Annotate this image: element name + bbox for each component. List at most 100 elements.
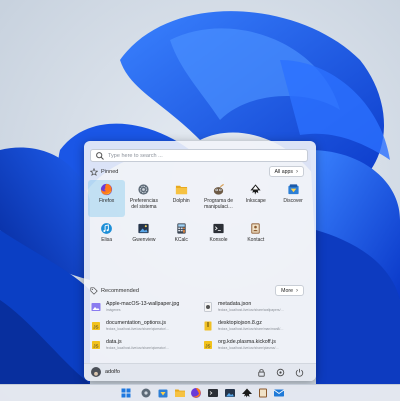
recommended-item[interactable]: desktopiojson.8.gz fedora_localhost-live… <box>200 318 312 337</box>
app-inkscape[interactable]: Inkscape <box>237 180 274 217</box>
search-icon <box>96 151 104 160</box>
more-button[interactable]: More › <box>275 285 304 296</box>
recommended-item-title: org.kde.plasma.kickoff.js <box>218 339 276 345</box>
system-settings-icon[interactable] <box>140 387 152 399</box>
search-input[interactable] <box>105 150 298 161</box>
elisa-icon <box>101 223 113 234</box>
app-label: Dolphin <box>172 198 190 204</box>
recommended-item-title: desktopiojson.8.gz <box>218 320 262 326</box>
recommended-item-title: documentation_options.js <box>106 320 167 326</box>
svg-text:JS: JS <box>93 344 98 349</box>
kcalc-icon <box>177 223 186 234</box>
search-field[interactable] <box>90 149 308 162</box>
gwenview-icon[interactable] <box>224 387 236 399</box>
svg-text:JS: JS <box>205 344 210 349</box>
recommended-item[interactable]: metadata.json fedora_localhost-live/usr/… <box>200 299 312 318</box>
recommended-row: JS data.js fedora_localhost-live/usr/sha… <box>88 337 312 356</box>
pinned-row: Firefox Preferencias del sistema Dolphin <box>88 180 312 219</box>
app-label: Elisa <box>101 237 113 243</box>
recommended-row: Apple-macOS-13-wallpaper.jpg Imágenes me… <box>88 299 312 318</box>
gwenview-icon <box>138 223 150 234</box>
recommended-item-path: fedora_localhost-live/usr/share/qtcreato… <box>106 327 170 331</box>
user-name: adolfo <box>105 369 120 375</box>
app-label: Preferencias del sistema <box>129 198 158 210</box>
chevron-right-icon: › <box>296 287 298 294</box>
tag-icon <box>90 287 98 295</box>
recommended-item-title: Apple-macOS-13-wallpaper.jpg <box>106 301 180 307</box>
app-label: KCalc <box>174 237 188 243</box>
recommended-list: Apple-macOS-13-wallpaper.jpg Imágenes me… <box>88 299 312 356</box>
more-label: More <box>281 287 293 294</box>
inkscape-icon <box>250 184 261 195</box>
user-avatar-icon <box>94 371 98 376</box>
recommended-item-title: data.js <box>106 339 122 345</box>
js-file-icon: JS <box>92 322 100 330</box>
star-icon <box>90 168 98 176</box>
power-icon[interactable] <box>294 367 305 378</box>
app-label: Konsole <box>209 237 228 243</box>
recommended-item-path: fedora_localhost-live/usr/share/wallpape… <box>218 308 284 312</box>
app-elisa[interactable]: Elisa <box>88 219 125 256</box>
app-discover[interactable]: Discover <box>274 180 311 217</box>
recommended-item-path: fedora_localhost-live/usr/share/plasma/… <box>218 346 279 350</box>
image-file-icon <box>91 303 101 311</box>
recommended-item[interactable]: JS data.js fedora_localhost-live/usr/sha… <box>88 337 200 356</box>
recommended-item[interactable]: JS documentation_options.js fedora_local… <box>88 318 200 337</box>
leave-icon[interactable] <box>275 367 286 378</box>
mail-icon[interactable] <box>273 387 285 399</box>
app-label: Inkscape <box>245 198 266 204</box>
app-firefox[interactable]: Firefox <box>88 180 126 217</box>
launcher-footer: adolfo <box>84 363 316 381</box>
recommended-item-path: fedora_localhost-live/usr/share/man/man8… <box>218 327 284 331</box>
recommended-item[interactable]: Apple-macOS-13-wallpaper.jpg Imágenes <box>88 299 200 318</box>
recommended-item[interactable]: JS org.kde.plasma.kickoff.js fedora_loca… <box>200 337 312 356</box>
pinned-title: Pinned <box>101 169 119 175</box>
all-apps-label: All apps <box>274 168 293 175</box>
konsole-icon[interactable] <box>207 387 219 399</box>
app-kcalc[interactable]: KCalc <box>163 219 200 256</box>
app-label: Discover <box>283 198 303 204</box>
all-apps-button[interactable]: All apps › <box>268 166 304 177</box>
system-settings-icon <box>138 184 150 195</box>
pinned-row: Elisa Gwenview KCalc Konsole Kontact <box>88 219 312 258</box>
recommended-header: Recommended More › <box>90 285 310 297</box>
recommended-item-path: fedora_localhost-live/usr/share/qtcreato… <box>106 346 170 350</box>
application-launcher: Pinned All apps › Firefox <box>84 141 316 381</box>
pinned-apps-grid: Firefox Preferencias del sistema Dolphin <box>88 180 312 258</box>
app-label: Kontact <box>247 237 265 243</box>
inkscape-icon[interactable] <box>241 387 253 399</box>
app-label: Firefox <box>99 198 115 204</box>
lock-screen-icon[interactable] <box>256 367 267 378</box>
app-dolphin[interactable]: Dolphin <box>163 180 200 217</box>
recommended-item-path: Imágenes <box>106 308 121 312</box>
pinned-header: Pinned All apps › <box>90 166 310 178</box>
dolphin-folder-icon <box>175 185 187 195</box>
gimp-icon <box>213 183 224 195</box>
start-menu-icon[interactable] <box>120 387 132 399</box>
taskbar <box>0 384 400 401</box>
svg-text:JS: JS <box>93 325 98 330</box>
app-gwenview[interactable]: Gwenview <box>125 219 162 256</box>
discover-icon[interactable] <box>157 387 169 399</box>
js-file-icon: JS <box>204 341 212 349</box>
app-gimp[interactable]: Programa de manipulaci… <box>200 180 237 217</box>
konsole-icon <box>213 223 224 234</box>
kontact-icon <box>251 223 261 234</box>
recommended-item-title: metadata.json <box>218 301 252 307</box>
app-konsole[interactable]: Konsole <box>200 219 237 256</box>
dolphin-folder-icon[interactable] <box>174 387 186 399</box>
js-file-icon: JS <box>92 341 100 349</box>
firefox-icon[interactable] <box>190 387 202 399</box>
app-label: Programa de manipulaci… <box>204 198 233 210</box>
firefox-icon <box>101 183 113 196</box>
archive-file-icon <box>204 321 212 331</box>
json-file-icon <box>204 302 212 312</box>
avatar[interactable] <box>91 367 101 377</box>
chevron-right-icon: › <box>296 168 298 175</box>
kontact-icon[interactable] <box>257 387 269 399</box>
recommended-row: JS documentation_options.js fedora_local… <box>88 318 312 337</box>
discover-icon <box>288 184 299 195</box>
app-system-settings[interactable]: Preferencias del sistema <box>125 180 162 217</box>
app-kontact[interactable]: Kontact <box>237 219 274 256</box>
recommended-title: Recommended <box>101 288 139 294</box>
